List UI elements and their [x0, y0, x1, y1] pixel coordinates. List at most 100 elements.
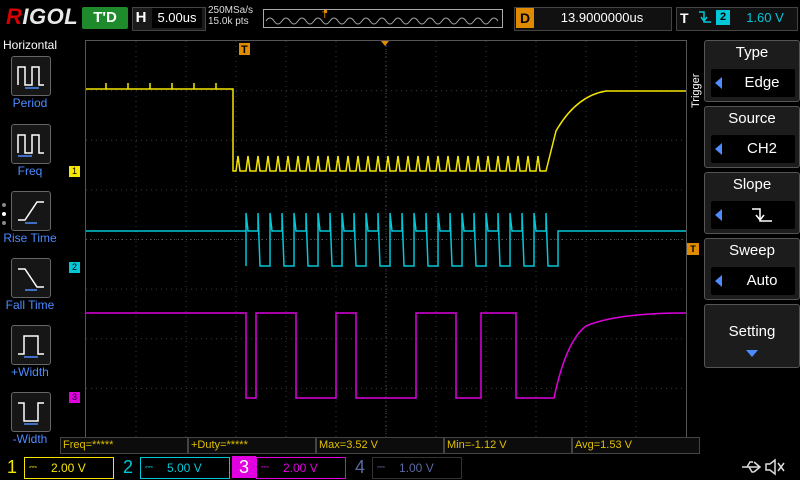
ch1-status[interactable]: 1 ⎓ 2.00 V: [0, 456, 116, 479]
trigger-slope-softkey[interactable]: Slope: [704, 172, 800, 234]
dc-coupling-icon: ⎓: [145, 462, 153, 473]
speaker-muted-icon[interactable]: [764, 457, 786, 477]
falling-edge-icon: [698, 8, 712, 31]
measurement-duty[interactable]: +Duty=*****: [188, 437, 316, 454]
measurement-min[interactable]: Min=-1.12 V: [444, 437, 572, 454]
sweep-value-box: Auto: [711, 267, 795, 295]
source-value: CH2: [746, 140, 777, 157]
ch2-status[interactable]: 2 ⎓ 5.00 V: [116, 456, 232, 479]
dc-coupling-icon: ⎓: [29, 462, 37, 473]
svg-text:T: T: [241, 44, 248, 56]
sweep-value: Auto: [746, 272, 778, 289]
source-title: Source: [728, 110, 776, 127]
trigger-label: T: [680, 10, 689, 26]
left-arrow-icon: [715, 77, 722, 89]
measure-pos-width-button[interactable]: +Width: [0, 325, 60, 391]
ch4-number: 4: [354, 457, 365, 477]
measure-freq-button[interactable]: Freq: [0, 124, 60, 190]
freq-label: Freq: [17, 164, 43, 178]
left-arrow-icon: [715, 209, 722, 221]
sample-rate: 250MSa/s: [208, 5, 254, 16]
ch3-status[interactable]: 3 ⎓ 2.00 V: [232, 456, 348, 479]
waveform-display[interactable]: T: [85, 40, 687, 439]
ch1-scale: 2.00 V: [51, 461, 86, 475]
ch4-scale: 1.00 V: [399, 461, 434, 475]
dc-coupling-icon: ⎓: [377, 462, 385, 473]
falling-edge-glyph: [699, 11, 711, 23]
graticule: [86, 41, 686, 438]
ch3-number: 3: [232, 456, 256, 478]
measurement-row: Freq=***** +Duty=***** Max=3.52 V Min=-1…: [60, 437, 700, 454]
memory-depth: 15.0k pts: [208, 16, 249, 27]
ch3-scale: 2.00 V: [283, 461, 318, 475]
falling-edge-icon: [729, 201, 795, 239]
trigger-setting-softkey[interactable]: Setting: [704, 304, 800, 368]
ch2-number: 2: [122, 457, 133, 477]
memory-trigger-marker: T: [322, 10, 328, 20]
neg-width-icon: [11, 392, 51, 432]
measurement-avg[interactable]: Avg=1.53 V: [572, 437, 700, 454]
freq-icon: [11, 124, 51, 164]
menu-page-dots[interactable]: [0, 200, 8, 230]
pos-width-label: +Width: [11, 365, 49, 379]
measure-fall-time-button[interactable]: Fall Time: [0, 258, 60, 324]
delay-label: D: [516, 8, 534, 28]
measure-period-button[interactable]: Period: [0, 56, 60, 122]
trigger-position-marker[interactable]: T: [239, 43, 250, 56]
usb-icon: [742, 461, 762, 473]
neg-width-label: -Width: [12, 432, 48, 446]
period-label: Period: [12, 96, 48, 110]
left-arrow-icon: [715, 275, 722, 287]
memory-position-bar[interactable]: T: [263, 9, 503, 28]
ch2-scale: 5.00 V: [167, 461, 202, 475]
right-menu-title: Trigger: [688, 60, 702, 110]
period-icon: [11, 56, 51, 96]
timebase-label: H: [135, 9, 147, 26]
ch4-scale-box: ⎓ 1.00 V: [372, 457, 462, 479]
left-arrow-icon: [715, 143, 722, 155]
rigol-logo: RIGOL: [6, 4, 79, 29]
measure-neg-width-button[interactable]: -Width: [0, 392, 60, 458]
measurement-freq[interactable]: Freq=*****: [60, 437, 188, 454]
type-value: Edge: [744, 74, 780, 91]
left-menu-title: Horizontal: [2, 38, 58, 52]
ch2-ground-marker[interactable]: 2: [69, 262, 80, 273]
slope-title: Slope: [732, 176, 772, 193]
fall-time-label: Fall Time: [5, 298, 55, 312]
slope-value-box: [711, 201, 795, 229]
svg-text:Trigger: Trigger: [690, 73, 702, 108]
trigger-sweep-softkey[interactable]: Sweep Auto: [704, 238, 800, 300]
waveform-canvas: T: [86, 41, 687, 438]
ch1-number: 1: [6, 457, 17, 477]
sweep-title: Sweep: [729, 242, 775, 259]
measurement-max[interactable]: Max=3.52 V: [316, 437, 444, 454]
delay-value[interactable]: 13.9000000us: [536, 8, 668, 28]
setting-title: Setting: [728, 323, 776, 340]
measure-rise-time-button[interactable]: Rise Time: [0, 191, 60, 257]
horizontal-center-marker: [381, 41, 389, 46]
type-title: Type: [735, 44, 769, 61]
dc-coupling-icon: ⎓: [261, 462, 269, 473]
timebase-value[interactable]: 5.00us: [152, 8, 202, 28]
trigger-level-marker[interactable]: T: [687, 243, 699, 255]
ch1-scale-box: ⎓ 2.00 V: [24, 457, 114, 479]
trigger-status-badge[interactable]: T'D: [82, 7, 128, 29]
trigger-level-value[interactable]: 1.60 V: [738, 8, 792, 28]
ch3-ground-marker[interactable]: 3: [69, 392, 80, 403]
logo-rest: IGOL: [22, 4, 79, 29]
type-value-box: Edge: [711, 69, 795, 97]
pos-width-icon: [11, 325, 51, 365]
ch4-status[interactable]: 4 ⎓ 1.00 V: [348, 456, 464, 479]
fall-time-icon: [11, 258, 51, 298]
ch3-scale-box: ⎓ 2.00 V: [256, 457, 346, 479]
rise-time-label: Rise Time: [3, 231, 57, 245]
trigger-source-badge: 2: [716, 10, 730, 25]
memory-waveform-overview: T: [265, 10, 499, 25]
source-value-box: CH2: [711, 135, 795, 163]
trigger-source-softkey[interactable]: Source CH2: [704, 106, 800, 168]
rise-time-icon: [11, 191, 51, 231]
trigger-type-softkey[interactable]: Type Edge: [704, 40, 800, 102]
chevron-down-icon: [746, 350, 758, 357]
ch2-scale-box: ⎓ 5.00 V: [140, 457, 230, 479]
ch1-ground-marker[interactable]: 1: [69, 166, 80, 177]
